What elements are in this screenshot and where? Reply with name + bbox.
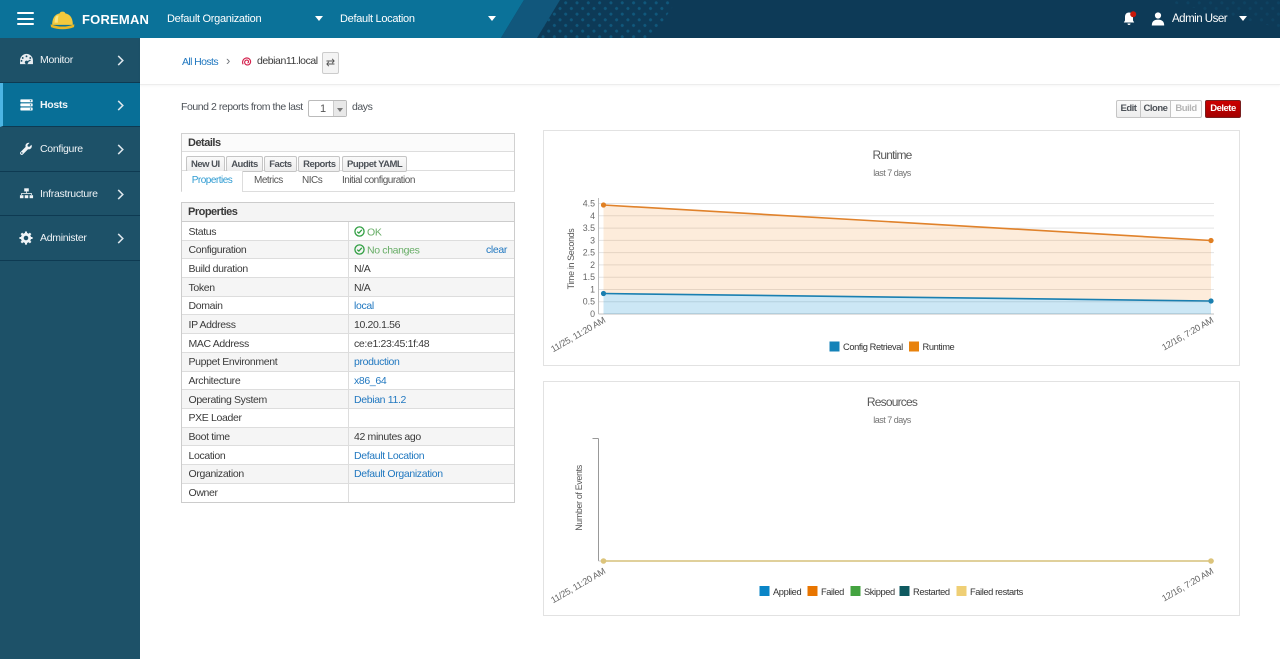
svg-text:4.5: 4.5 [583, 199, 595, 209]
svg-text:Failed restarts: Failed restarts [970, 587, 1024, 597]
svg-text:11/25, 11:20 AM: 11/25, 11:20 AM [549, 566, 607, 605]
svg-text:Restarted: Restarted [913, 587, 950, 597]
svg-text:3: 3 [590, 235, 595, 245]
svg-text:3.5: 3.5 [583, 223, 595, 233]
svg-text:0: 0 [590, 309, 595, 319]
svg-text:Resources: Resources [867, 395, 918, 409]
svg-text:last 7 days: last 7 days [873, 168, 912, 178]
svg-text:Runtime: Runtime [923, 342, 955, 352]
svg-text:1: 1 [590, 285, 595, 295]
svg-text:2: 2 [590, 260, 595, 270]
svg-text:12/16, 7:20 AM: 12/16, 7:20 AM [1160, 315, 1215, 352]
svg-text:Applied: Applied [773, 587, 801, 597]
svg-text:0.5: 0.5 [583, 297, 595, 307]
svg-text:Number of Events: Number of Events [574, 464, 584, 531]
svg-text:11/25, 11:20 AM: 11/25, 11:20 AM [549, 315, 607, 354]
svg-text:Config Retrieval: Config Retrieval [843, 342, 903, 352]
svg-text:Time in Seconds: Time in Seconds [566, 228, 576, 290]
svg-text:Skipped: Skipped [864, 587, 895, 597]
svg-text:2.5: 2.5 [583, 248, 595, 258]
svg-text:4: 4 [590, 211, 595, 221]
svg-text:12/16, 7:20 AM: 12/16, 7:20 AM [1160, 566, 1215, 603]
svg-text:Runtime: Runtime [872, 148, 912, 162]
svg-text:Failed: Failed [821, 587, 844, 597]
svg-text:1.5: 1.5 [583, 272, 595, 282]
svg-text:last 7 days: last 7 days [873, 415, 912, 425]
